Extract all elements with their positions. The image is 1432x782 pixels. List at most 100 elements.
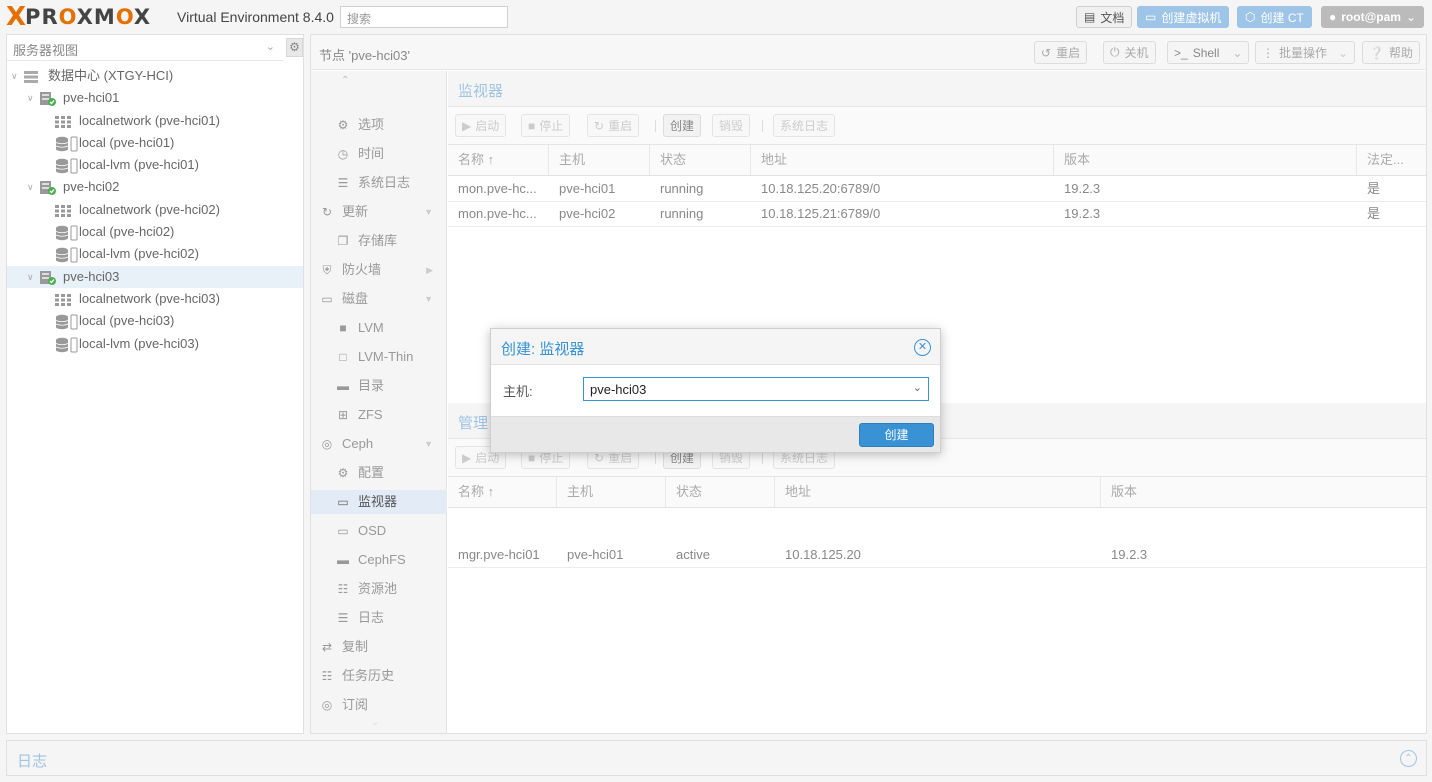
square-icon: ■ — [339, 321, 347, 335]
server-online-icon — [39, 270, 56, 285]
nav-item-9[interactable]: ▬ 目录 — [311, 374, 447, 398]
nav-item-14[interactable]: ▭ OSD — [311, 519, 447, 543]
nav-item-11[interactable]: ◎ Ceph ▼ — [311, 432, 447, 456]
node-nav-menu: ⌃ ⌄ ⚙ 选项 ◷ 时间 ☰ 系统日志 ↻ 更新 ▼ ❐ 存储库 ⛨ 防火墙 ▶ ▭ 磁盘 ▼ ■ LVM □ LVM… — [311, 71, 447, 733]
tree-item-node[interactable]: ∨ pve-hci01 — [7, 87, 303, 109]
nav-item-label: OSD — [358, 523, 387, 538]
nav-item-13[interactable]: ▭ 监视器 — [311, 490, 447, 514]
chevron-up-circle-icon[interactable]: ⌃ — [1400, 750, 1417, 767]
tree-item-network[interactable]: localnetwork (pve-hci03) — [7, 288, 303, 310]
monitor-start-button[interactable]: ▶ 启动 — [455, 114, 507, 137]
nav-item-10[interactable]: ⊞ ZFS — [311, 403, 447, 427]
nav-item-5[interactable]: ⛨ 防火墙 ▶ — [311, 258, 447, 282]
nav-item-0[interactable]: ⚙ 选项 — [311, 113, 447, 137]
nav-item-6[interactable]: ▭ 磁盘 ▼ — [311, 287, 447, 311]
tree-item-storage[interactable]: local (pve-hci01) — [7, 132, 303, 154]
nav-item-19[interactable]: ☷ 任务历史 — [311, 664, 447, 688]
table-row[interactable]: mgr.pve-hci01 pve-hci01 active 10.18.125.20… — [448, 542, 1426, 568]
nav-item-1[interactable]: ◷ 时间 — [311, 142, 447, 166]
tree-item-storage[interactable]: local-lvm (pve-hci01) — [7, 154, 303, 176]
nav-item-8[interactable]: □ LVM-Thin — [311, 345, 447, 369]
chevron-down-icon[interactable]: ▼ — [424, 432, 433, 456]
nav-item-label: 日志 — [358, 610, 385, 625]
view-selector[interactable]: 服务器视图 ⌄ — [7, 35, 283, 61]
tree-item-node[interactable]: ∨ pve-hci02 — [7, 176, 303, 198]
undo-icon: ↺ — [1041, 45, 1052, 60]
create-button[interactable]: 创建 — [859, 423, 934, 447]
shutdown-button[interactable]: ⏻ 关机 — [1103, 41, 1156, 64]
col-version[interactable]: 版本 — [1101, 477, 1426, 507]
search-input[interactable]: 搜索 — [340, 6, 508, 28]
nav-item-3[interactable]: ↻ 更新 ▼ — [311, 200, 447, 224]
tree-item-network[interactable]: localnetwork (pve-hci01) — [7, 110, 303, 132]
chevron-down-icon[interactable]: ▼ — [424, 200, 433, 224]
create-vm-button[interactable]: ▭ 创建虚拟机 — [1137, 6, 1230, 28]
nav-item-16[interactable]: ☷ 资源池 — [311, 577, 447, 601]
col-status[interactable]: 状态 — [650, 145, 751, 175]
col-version[interactable]: 版本 — [1054, 145, 1357, 175]
tree-item-label: local (pve-hci02) — [79, 224, 175, 240]
col-quorum[interactable]: 法定... — [1357, 145, 1426, 175]
host-select[interactable]: pve-hci03 ⌄ — [583, 377, 929, 401]
monitor-create-button[interactable]: 创建 — [663, 114, 702, 137]
create-ct-button[interactable]: ⬡ 创建 CT — [1237, 6, 1312, 28]
col-status[interactable]: 状态 — [666, 477, 775, 507]
storage-database-icon — [55, 158, 78, 174]
scroll-down-icon[interactable]: ⌄ — [371, 717, 379, 728]
nav-item-label: 系统日志 — [358, 175, 411, 190]
shell-button[interactable]: >_ Shell ⌄ — [1167, 41, 1250, 64]
monitor-syslog-button[interactable]: 系统日志 — [773, 114, 836, 137]
nav-item-20[interactable]: ◎ 订阅 — [311, 693, 447, 717]
monitor-restart-button[interactable]: ↻ 重启 — [587, 114, 640, 137]
tree-item-storage[interactable]: local-lvm (pve-hci02) — [7, 243, 303, 265]
log-panel[interactable]: 日志 ⌃ — [6, 740, 1427, 776]
square-outline-icon: □ — [339, 350, 347, 364]
tree-item-label: local (pve-hci03) — [79, 313, 175, 329]
nav-item-17[interactable]: ☰ 日志 — [311, 606, 447, 630]
user-menu-button[interactable]: ● root@pam ⌄ — [1321, 6, 1425, 28]
expand-chevron-icon[interactable]: ∨ — [11, 65, 18, 87]
close-icon[interactable]: ✕ — [914, 339, 931, 356]
col-host[interactable]: 主机 — [549, 145, 650, 175]
nav-item-12[interactable]: ⚙ 配置 — [311, 461, 447, 485]
help-button[interactable]: ❔ 帮助 — [1362, 41, 1420, 64]
expand-chevron-icon[interactable]: ∨ — [27, 87, 34, 109]
nav-item-4[interactable]: ❐ 存储库 — [311, 229, 447, 253]
tree-item-network[interactable]: localnetwork (pve-hci02) — [7, 199, 303, 221]
tree-item-label: local-lvm (pve-hci01) — [79, 157, 199, 173]
monitor-stop-button[interactable]: ■ 停止 — [521, 114, 571, 137]
expand-chevron-icon[interactable]: ∨ — [27, 176, 34, 198]
nav-item-2[interactable]: ☰ 系统日志 — [311, 171, 447, 195]
table-row[interactable]: mon.pve-hc... pve-hci02 running 10.18.125.2… — [448, 201, 1426, 227]
nav-item-label: 时间 — [358, 146, 385, 161]
nav-item-18[interactable]: ⇄ 复制 — [311, 635, 447, 659]
tree-item-storage[interactable]: local (pve-hci03) — [7, 310, 303, 332]
expand-chevron-icon[interactable]: ∨ — [27, 266, 34, 288]
table-cell: 19.2.3 — [1064, 206, 1101, 221]
col-name[interactable]: 名称 ↑ — [448, 477, 557, 507]
nav-item-7[interactable]: ■ LVM — [311, 316, 447, 340]
docs-button[interactable]: ▤ 文档 — [1076, 6, 1133, 28]
dialog-title: 创建: 监视器 — [501, 341, 585, 358]
chevron-down-icon[interactable]: ⌄ — [913, 381, 922, 394]
tree-item-node[interactable]: ∨ pve-hci03 — [7, 265, 303, 288]
cube-icon: ⬡ — [1245, 10, 1256, 24]
bulk-actions-button[interactable]: ⋮ 批量操作 ⌄ — [1255, 41, 1356, 64]
col-host[interactable]: 主机 — [557, 477, 666, 507]
tree-item-datacenter[interactable]: ∨ 数据中心 (XTGY-HCI) — [7, 65, 303, 87]
scroll-up-icon[interactable]: ⌃ — [341, 75, 349, 86]
tree-item-storage[interactable]: local-lvm (pve-hci03) — [7, 333, 303, 355]
proxmox-logo[interactable]: X PROXMOX — [6, 4, 151, 30]
col-address[interactable]: 地址 — [775, 477, 1101, 507]
chevron-right-icon[interactable]: ▶ — [426, 258, 433, 282]
table-cell: 10.18.125.20 — [785, 547, 861, 562]
gear-icon[interactable]: ⚙ — [286, 38, 303, 57]
chevron-down-icon[interactable]: ▼ — [424, 287, 433, 311]
col-name[interactable]: 名称 ↑ — [448, 145, 549, 175]
reboot-button[interactable]: ↺ 重启 — [1034, 41, 1088, 64]
nav-item-15[interactable]: ▬ CephFS — [311, 548, 447, 572]
col-address[interactable]: 地址 — [751, 145, 1054, 175]
table-row[interactable]: mon.pve-hc... pve-hci01 running 10.18.125.2… — [448, 176, 1426, 202]
monitor-destroy-button[interactable]: 销毁 — [712, 114, 751, 137]
tree-item-storage[interactable]: local (pve-hci02) — [7, 221, 303, 243]
